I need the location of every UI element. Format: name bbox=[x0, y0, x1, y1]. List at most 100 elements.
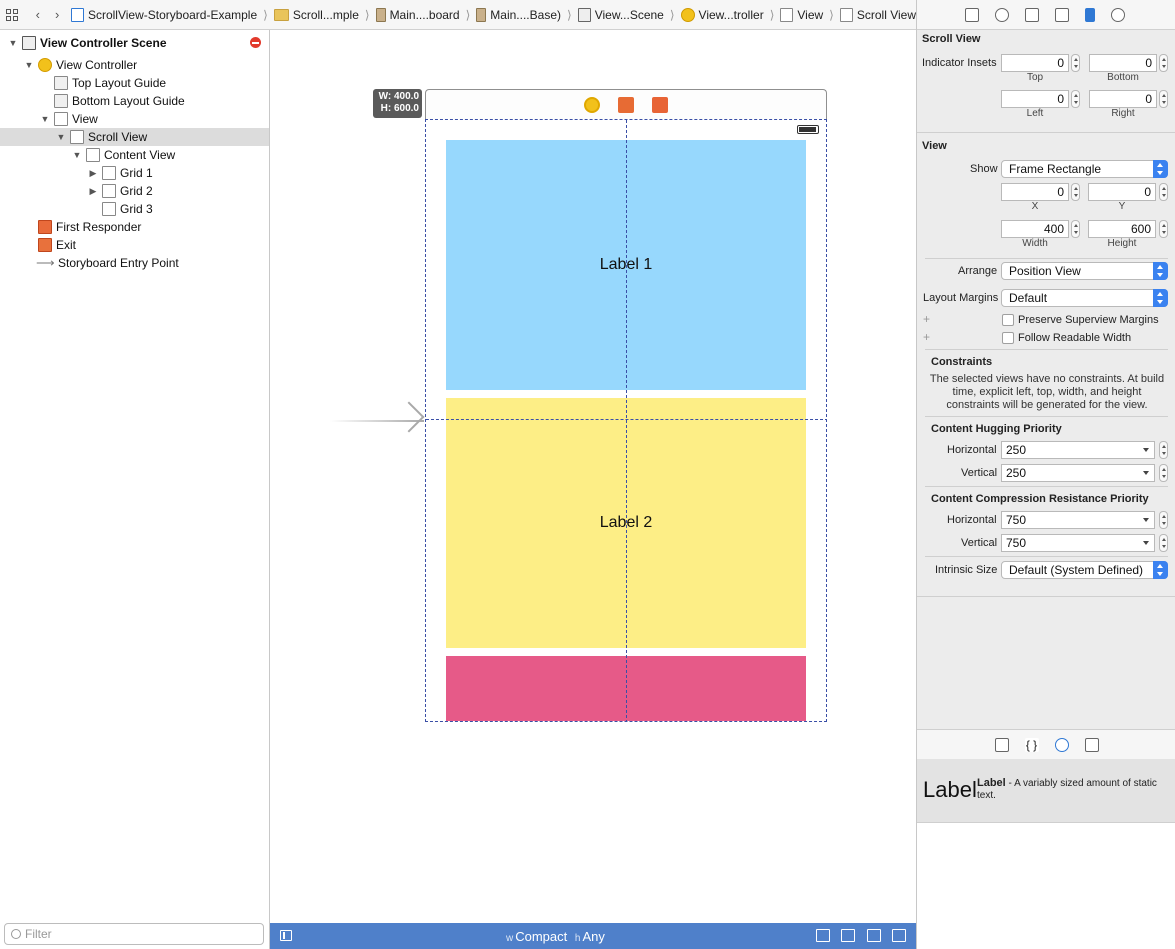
crumb-scene[interactable]: View...Scene bbox=[577, 7, 664, 22]
width-stepper[interactable] bbox=[1071, 220, 1080, 238]
outline-item-entry-point[interactable]: ⟶ Storyboard Entry Point bbox=[0, 254, 269, 272]
outline-item-bottom-layout-guide[interactable]: Bottom Layout Guide bbox=[0, 92, 269, 110]
inset-bottom-stepper[interactable] bbox=[1159, 54, 1168, 72]
project-icon bbox=[70, 7, 84, 22]
plus-icon[interactable]: + bbox=[923, 330, 930, 344]
file-inspector-icon[interactable] bbox=[965, 7, 979, 22]
back-icon[interactable]: ‹ bbox=[34, 7, 41, 22]
outline-item-grid-2[interactable]: ▶ Grid 2 bbox=[0, 182, 269, 200]
battery-icon bbox=[797, 125, 819, 134]
section-constraints: Constraints bbox=[931, 356, 993, 368]
library-item-label[interactable]: Label Label - A variably sized amount of… bbox=[917, 759, 1175, 823]
crumb-folder[interactable]: Scroll...mple bbox=[273, 8, 359, 22]
y-stepper[interactable] bbox=[1159, 183, 1168, 201]
x-field[interactable]: 0 bbox=[1001, 183, 1069, 201]
plus-icon[interactable]: + bbox=[923, 312, 930, 326]
intrinsic-size-popup[interactable]: Default (System Defined) bbox=[1001, 561, 1168, 579]
hugging-vertical-stepper[interactable] bbox=[1159, 464, 1168, 482]
inspector-panel: Scroll View Indicator Insets 0 Top 0 Bot… bbox=[916, 0, 1175, 949]
compression-vertical-combo[interactable]: 750 bbox=[1001, 534, 1155, 552]
media-library-icon[interactable] bbox=[1084, 737, 1099, 752]
attributes-inspector-icon[interactable] bbox=[1055, 7, 1069, 22]
hugging-vertical-combo[interactable]: 250 bbox=[1001, 464, 1155, 482]
disclosure-closed-icon[interactable]: ▶ bbox=[88, 168, 98, 179]
width-field[interactable]: 400 bbox=[1001, 220, 1069, 238]
outline-item-first-responder[interactable]: First Responder bbox=[0, 218, 269, 236]
object-library-icon[interactable] bbox=[1054, 737, 1069, 752]
readable-width-checkbox[interactable] bbox=[1002, 332, 1014, 344]
outline-item-exit[interactable]: Exit bbox=[0, 236, 269, 254]
pin-icon[interactable] bbox=[867, 929, 881, 942]
inset-left-stepper[interactable] bbox=[1071, 90, 1080, 108]
error-icon[interactable] bbox=[250, 37, 261, 48]
disclosure-open-icon[interactable]: ▼ bbox=[8, 38, 18, 48]
related-items-icon[interactable] bbox=[6, 8, 18, 21]
compression-horizontal-stepper[interactable] bbox=[1159, 511, 1168, 529]
file-template-icon[interactable] bbox=[994, 737, 1009, 752]
inset-top-field[interactable]: 0 bbox=[1001, 54, 1069, 72]
y-field[interactable]: 0 bbox=[1088, 183, 1156, 201]
outline-item-view-controller[interactable]: ▼ View Controller bbox=[0, 56, 269, 74]
outline-item-content-view[interactable]: ▼ Content View bbox=[0, 146, 269, 164]
inset-top-stepper[interactable] bbox=[1071, 54, 1080, 72]
x-stepper[interactable] bbox=[1071, 183, 1080, 201]
arrange-popup[interactable]: Position View bbox=[1001, 262, 1168, 280]
crumb-base[interactable]: Main....Base) bbox=[476, 7, 561, 22]
outline-item-scroll-view[interactable]: ▼ Scroll View bbox=[0, 128, 269, 146]
compression-vertical-stepper[interactable] bbox=[1159, 534, 1168, 552]
crumb-scroll-view[interactable]: Scroll View bbox=[839, 7, 916, 22]
stack-icon[interactable] bbox=[816, 929, 830, 942]
scroll-view-frame[interactable]: Label 1 Label 2 bbox=[425, 119, 827, 722]
inspector-tabs bbox=[917, 0, 1175, 30]
outline-item-scene[interactable]: ▼ View Controller Scene bbox=[0, 34, 269, 52]
first-responder-icon bbox=[38, 220, 52, 234]
preserve-margins-checkbox[interactable] bbox=[1002, 314, 1014, 326]
quick-help-icon[interactable] bbox=[995, 7, 1009, 22]
code-snippet-icon[interactable]: { } bbox=[1024, 737, 1039, 752]
crumb-view[interactable]: View bbox=[780, 7, 823, 22]
disclosure-closed-icon[interactable]: ▶ bbox=[88, 186, 98, 197]
compression-horizontal-combo[interactable]: 750 bbox=[1001, 511, 1155, 529]
height-field[interactable]: 600 bbox=[1088, 220, 1156, 238]
section-scroll-view: Scroll View bbox=[922, 33, 981, 45]
layout-guide-icon bbox=[54, 94, 68, 108]
view-icon bbox=[102, 184, 116, 198]
inset-bottom-field[interactable]: 0 bbox=[1089, 54, 1157, 72]
size-inspector-icon[interactable] bbox=[1085, 7, 1095, 22]
forward-icon[interactable]: › bbox=[53, 7, 60, 22]
storyboard-file-icon bbox=[375, 7, 386, 22]
identity-inspector-icon[interactable] bbox=[1025, 7, 1039, 22]
exit-icon[interactable] bbox=[652, 96, 668, 113]
filter-input[interactable]: Filter bbox=[4, 923, 264, 945]
show-popup[interactable]: Frame Rectangle bbox=[1001, 160, 1168, 178]
outline-item-grid-1[interactable]: ▶ Grid 1 bbox=[0, 164, 269, 182]
connections-inspector-icon[interactable] bbox=[1111, 7, 1125, 22]
size-class-button[interactable]: w Compact h Any bbox=[506, 929, 605, 944]
inset-right-field[interactable]: 0 bbox=[1089, 90, 1157, 108]
disclosure-open-icon[interactable]: ▼ bbox=[24, 60, 34, 70]
disclosure-open-icon[interactable]: ▼ bbox=[40, 114, 50, 124]
inset-left-field[interactable]: 0 bbox=[1001, 90, 1069, 108]
crumb-view-controller[interactable]: View...troller bbox=[680, 7, 764, 22]
crumb-separator-icon: ⟩ bbox=[364, 7, 370, 22]
crumb-project[interactable]: ScrollView-Storyboard-Example bbox=[70, 7, 257, 22]
first-responder-icon[interactable] bbox=[618, 96, 634, 113]
align-icon[interactable] bbox=[841, 929, 855, 942]
disclosure-open-icon[interactable]: ▼ bbox=[72, 150, 82, 160]
hugging-horizontal-stepper[interactable] bbox=[1159, 441, 1168, 459]
outline-item-top-layout-guide[interactable]: Top Layout Guide bbox=[0, 74, 269, 92]
storyboard-canvas[interactable]: W: 400.0 H: 600.0 Label 1 Label 2 bbox=[270, 30, 916, 923]
library-list-empty bbox=[917, 823, 1175, 949]
toggle-outline-icon[interactable] bbox=[280, 930, 292, 941]
layout-margins-popup[interactable]: Default bbox=[1001, 289, 1168, 307]
popup-arrows-icon bbox=[1153, 561, 1168, 579]
inset-right-stepper[interactable] bbox=[1159, 90, 1168, 108]
crumb-storyboard[interactable]: Main....board bbox=[375, 7, 460, 22]
disclosure-open-icon[interactable]: ▼ bbox=[56, 132, 66, 142]
hugging-horizontal-combo[interactable]: 250 bbox=[1001, 441, 1155, 459]
height-stepper[interactable] bbox=[1159, 220, 1168, 238]
resolve-issues-icon[interactable] bbox=[892, 929, 906, 942]
view-controller-icon[interactable] bbox=[584, 96, 600, 113]
outline-item-grid-3[interactable]: Grid 3 bbox=[0, 200, 269, 218]
outline-item-view[interactable]: ▼ View bbox=[0, 110, 269, 128]
